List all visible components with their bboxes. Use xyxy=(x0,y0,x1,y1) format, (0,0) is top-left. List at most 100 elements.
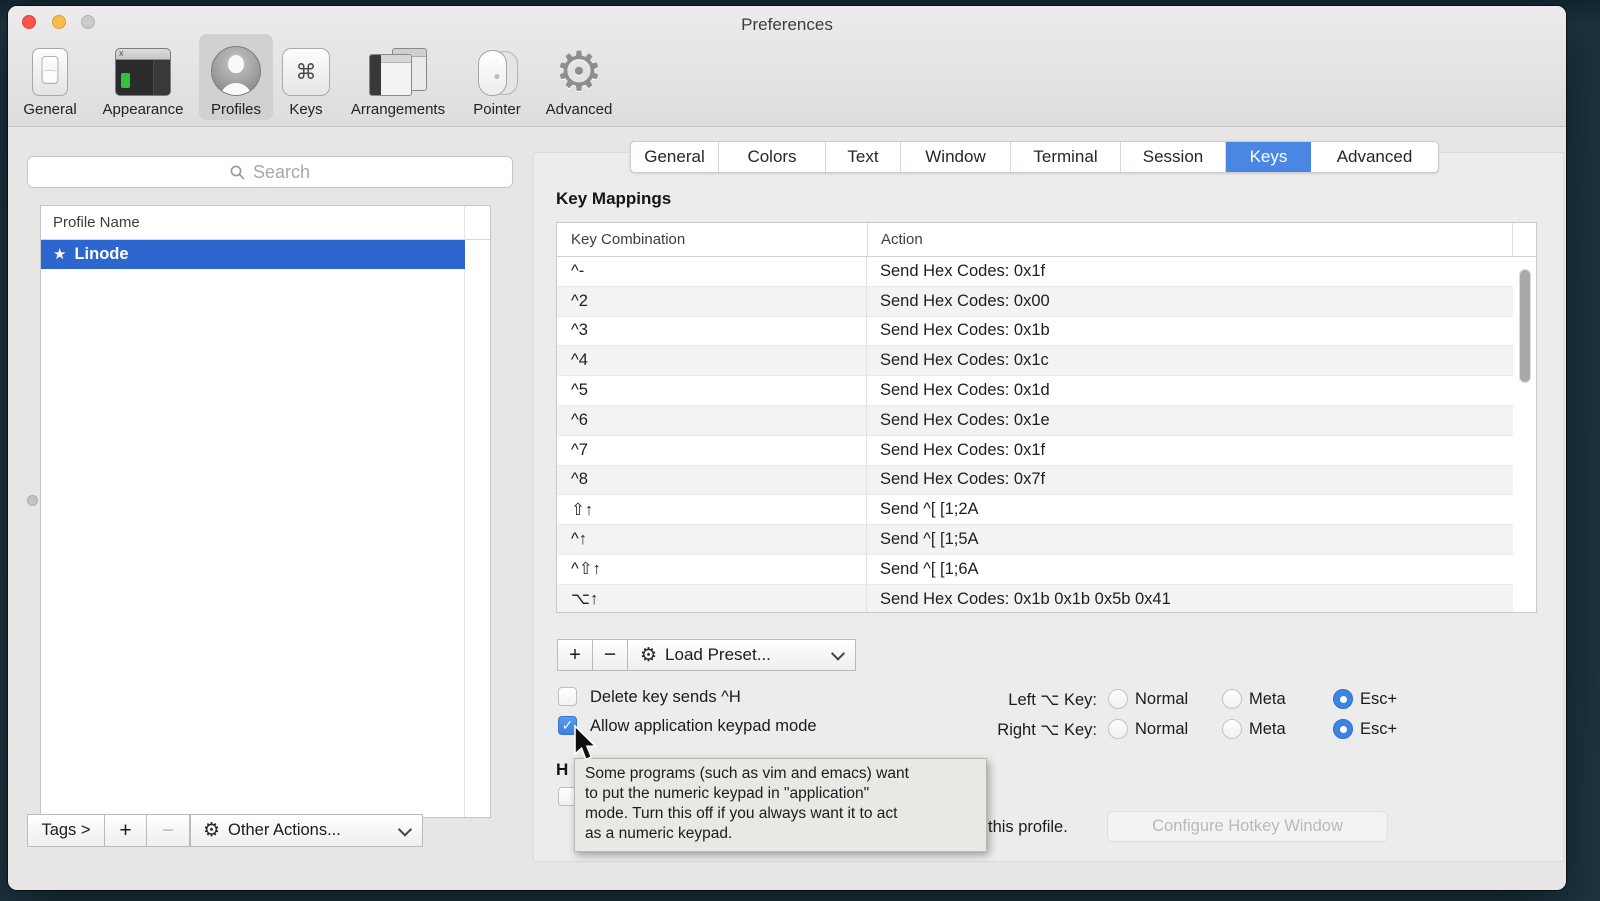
hotkey-profile-text: this profile. xyxy=(988,818,1068,837)
key-combination-cell: ^8 xyxy=(557,466,867,495)
toolbar-item-advanced[interactable]: ⚙ Advanced xyxy=(537,34,621,120)
tags-button[interactable]: Tags > xyxy=(27,814,105,847)
key-mapping-row[interactable]: ⇧↑Send ^[ [1;2A xyxy=(557,495,1513,525)
arrangements-icon xyxy=(369,48,427,96)
toolbar-label: General xyxy=(23,102,76,117)
key-mapping-row[interactable]: ^8Send Hex Codes: 0x7f xyxy=(557,466,1513,496)
toolbar-item-profiles[interactable]: Profiles xyxy=(199,34,273,120)
key-mapping-row[interactable]: ^7Send Hex Codes: 0x1f xyxy=(557,436,1513,466)
window-title: Preferences xyxy=(8,15,1566,35)
key-mapping-row[interactable]: ^⇧↑Send ^[ [1;6A xyxy=(557,555,1513,585)
action-cell: Send Hex Codes: 0x00 xyxy=(867,287,1513,316)
load-preset-dropdown[interactable]: ⚙ Load Preset... xyxy=(627,639,856,671)
table-scrollbar-thumb[interactable] xyxy=(1519,269,1531,383)
toolbar-label: Keys xyxy=(289,102,322,117)
configure-hotkey-window-button: Configure Hotkey Window xyxy=(1107,811,1388,842)
toolbar-label: Pointer xyxy=(473,102,521,117)
gear-icon: ⚙ xyxy=(203,821,220,840)
search-placeholder: Search xyxy=(253,162,310,183)
right-option-meta-label: Meta xyxy=(1249,720,1286,739)
key-combination-cell: ^6 xyxy=(557,406,867,435)
left-option-meta-label: Meta xyxy=(1249,690,1286,709)
column-header-key-combination[interactable]: Key Combination xyxy=(571,223,685,256)
key-mapping-row[interactable]: ^2Send Hex Codes: 0x00 xyxy=(557,287,1513,317)
keypad-mode-label: Allow application keypad mode xyxy=(590,717,817,736)
action-cell: Send Hex Codes: 0x7f xyxy=(867,466,1513,495)
profiles-icon xyxy=(211,46,261,96)
keypad-mode-tooltip: Some programs (such as vim and emacs) wa… xyxy=(574,758,987,852)
tab-session[interactable]: Session xyxy=(1121,142,1226,172)
key-mapping-row[interactable]: ^4Send Hex Codes: 0x1c xyxy=(557,346,1513,376)
toolbar-item-arrangements[interactable]: Arrangements xyxy=(336,34,460,120)
toolbar-item-appearance[interactable]: x Appearance xyxy=(91,34,195,120)
toolbar-item-pointer[interactable]: Pointer xyxy=(462,34,532,120)
column-header-action[interactable]: Action xyxy=(881,223,923,256)
tab-keys[interactable]: Keys xyxy=(1226,142,1311,172)
action-cell: Send ^[ [1;5A xyxy=(867,525,1513,554)
action-cell: Send Hex Codes: 0x1b xyxy=(867,317,1513,346)
key-combination-cell: ⇧↑ xyxy=(557,495,867,524)
tab-window[interactable]: Window xyxy=(901,142,1011,172)
key-mappings-heading: Key Mappings xyxy=(556,189,671,209)
tab-terminal[interactable]: Terminal xyxy=(1011,142,1121,172)
title-bar: Preferences General x Appearance Profile… xyxy=(8,6,1566,127)
default-profile-star-icon: ★ xyxy=(53,246,66,263)
action-cell: Send ^[ [1;6A xyxy=(867,555,1513,584)
right-option-esc-radio[interactable] xyxy=(1333,719,1353,739)
key-mapping-row[interactable]: ^↑Send ^[ [1;5A xyxy=(557,525,1513,555)
left-option-esc-label: Esc+ xyxy=(1360,690,1397,709)
key-mapping-row[interactable]: ^-Send Hex Codes: 0x1f xyxy=(557,257,1513,287)
other-actions-dropdown[interactable]: ⚙ Other Actions... xyxy=(190,814,423,847)
remove-key-mapping-button[interactable]: − xyxy=(592,639,628,671)
action-cell: Send Hex Codes: 0x1f xyxy=(867,436,1513,465)
add-key-mapping-button[interactable]: + xyxy=(557,639,593,671)
tab-general[interactable]: General xyxy=(631,142,719,172)
toolbar-item-general[interactable]: General xyxy=(18,34,82,120)
left-option-key-label: Left ⌥ Key: xyxy=(937,690,1097,710)
toolbar-label: Profiles xyxy=(211,102,261,117)
left-option-esc-radio[interactable] xyxy=(1333,689,1353,709)
right-option-esc-label: Esc+ xyxy=(1360,720,1397,739)
toolbar-item-keys[interactable]: ⌘ Keys xyxy=(278,34,334,120)
key-mapping-row[interactable]: ^3Send Hex Codes: 0x1b xyxy=(557,317,1513,347)
add-profile-button[interactable]: + xyxy=(104,814,147,847)
action-cell: Send Hex Codes: 0x1d xyxy=(867,376,1513,405)
left-option-normal-label: Normal xyxy=(1135,690,1188,709)
action-cell: Send Hex Codes: 0x1c xyxy=(867,346,1513,375)
key-combination-cell: ^2 xyxy=(557,287,867,316)
key-mapping-row[interactable]: ^6Send Hex Codes: 0x1e xyxy=(557,406,1513,436)
profile-row-linode[interactable]: ★ Linode xyxy=(41,240,465,269)
profile-tabs: General Colors Text Window Terminal Sess… xyxy=(630,141,1439,173)
key-mapping-row[interactable]: ⌥↑Send Hex Codes: 0x1b 0x1b 0x5b 0x41 xyxy=(557,585,1513,613)
load-preset-label: Load Preset... xyxy=(665,645,771,665)
table-header: Key Combination Action xyxy=(557,223,1536,257)
key-combination-cell: ^- xyxy=(557,257,867,286)
delete-key-label: Delete key sends ^H xyxy=(590,688,741,707)
key-mappings-table-body: ^-Send Hex Codes: 0x1f^2Send Hex Codes: … xyxy=(557,257,1536,613)
tab-text[interactable]: Text xyxy=(826,142,901,172)
profile-name: Linode xyxy=(74,245,128,263)
command-key-icon: ⌘ xyxy=(282,48,330,96)
general-icon xyxy=(32,48,68,96)
left-option-normal-radio[interactable] xyxy=(1108,689,1128,709)
other-actions-label: Other Actions... xyxy=(228,821,341,840)
toolbar-label: Arrangements xyxy=(351,102,445,117)
tab-advanced[interactable]: Advanced xyxy=(1311,142,1438,172)
key-combination-cell: ^↑ xyxy=(557,525,867,554)
chevron-down-icon xyxy=(398,822,412,836)
right-option-normal-label: Normal xyxy=(1135,720,1188,739)
key-combination-cell: ⌥↑ xyxy=(557,585,867,613)
search-input[interactable]: Search xyxy=(27,156,513,188)
right-option-meta-radio[interactable] xyxy=(1222,719,1242,739)
delete-key-checkbox[interactable] xyxy=(558,687,577,706)
key-combination-cell: ^7 xyxy=(557,436,867,465)
profile-list: Profile Name ★Linode xyxy=(40,205,491,818)
tab-colors[interactable]: Colors xyxy=(719,142,826,172)
left-option-meta-radio[interactable] xyxy=(1222,689,1242,709)
key-combination-cell: ^⇧↑ xyxy=(557,555,867,584)
search-icon xyxy=(230,165,245,180)
splitter-handle[interactable] xyxy=(27,495,38,506)
right-option-normal-radio[interactable] xyxy=(1108,719,1128,739)
key-mapping-row[interactable]: ^5Send Hex Codes: 0x1d xyxy=(557,376,1513,406)
appearance-icon: x xyxy=(115,48,171,96)
